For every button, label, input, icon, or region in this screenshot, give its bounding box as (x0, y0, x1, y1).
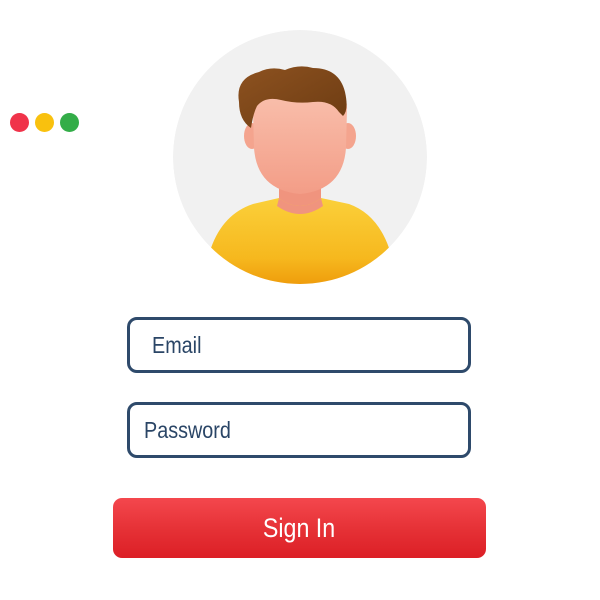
password-field[interactable]: Password (127, 402, 471, 458)
email-placeholder: Email (152, 331, 202, 358)
sign-in-label: Sign In (263, 512, 336, 543)
user-avatar-icon (173, 30, 427, 284)
password-placeholder: Password (144, 416, 231, 443)
window-controls (10, 113, 79, 132)
sign-in-button[interactable]: Sign In (113, 498, 486, 558)
email-field[interactable]: Email (127, 317, 471, 373)
close-dot-icon[interactable] (10, 113, 29, 132)
maximize-dot-icon[interactable] (60, 113, 79, 132)
minimize-dot-icon[interactable] (35, 113, 54, 132)
